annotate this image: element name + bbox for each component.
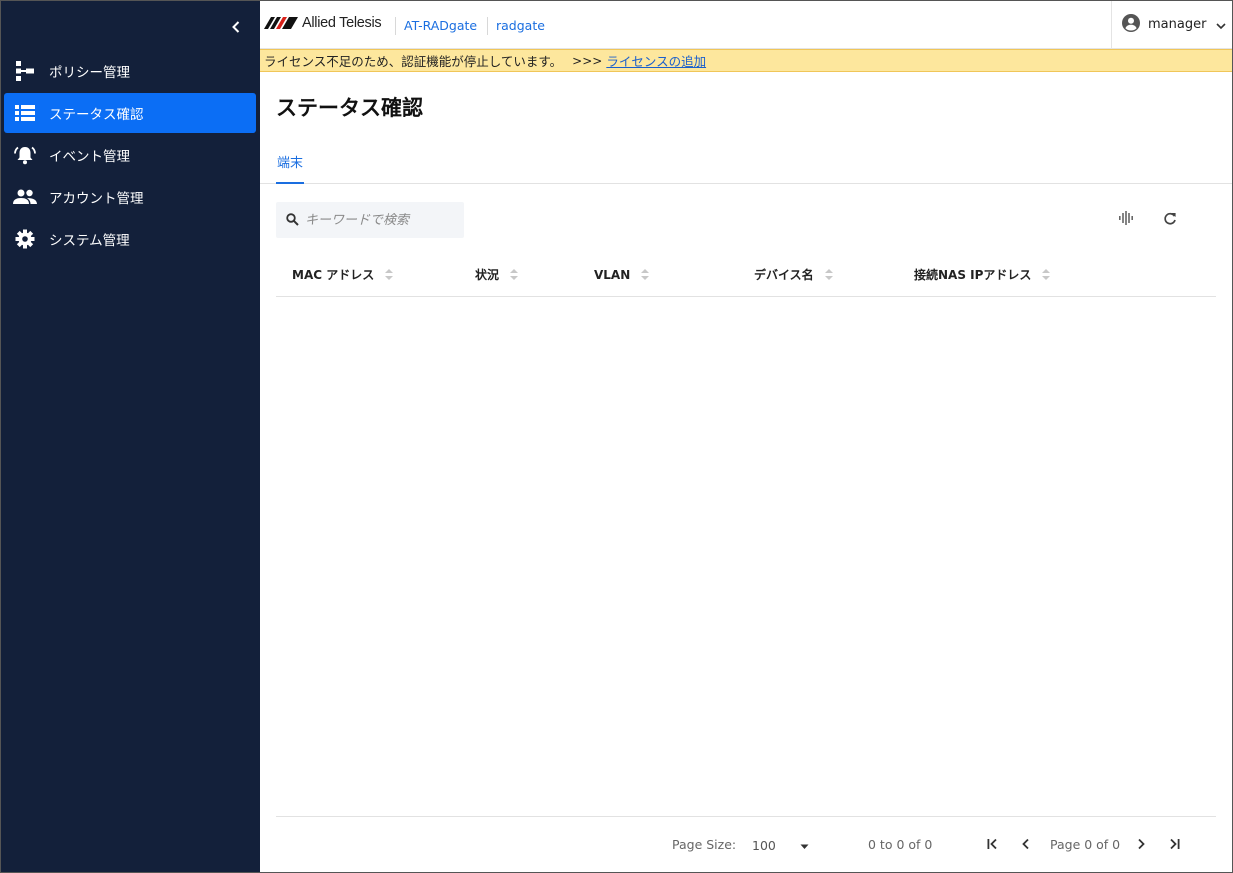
sidebar-item-accounts[interactable]: アカウント管理 xyxy=(4,177,256,217)
search-input[interactable] xyxy=(305,212,455,228)
people-icon xyxy=(13,185,37,209)
top-header: Allied Telesis AT-RADgate radgate manage… xyxy=(260,1,1232,49)
column-header-status[interactable]: 状況 xyxy=(475,252,519,297)
banner-message: ライセンス不足のため、認証機能が停止しています。 xyxy=(264,54,563,69)
host-link[interactable]: radgate xyxy=(496,18,545,33)
last-page-button[interactable] xyxy=(1165,835,1185,855)
sidebar-item-label: ポリシー管理 xyxy=(49,65,130,81)
sort-icon xyxy=(509,268,519,281)
row-range-text: 0 to 0 of 0 xyxy=(868,837,933,852)
header-divider xyxy=(395,17,396,35)
pagination-footer: Page Size: 100 0 to 0 of 0 Page 0 of 0 xyxy=(276,816,1216,872)
product-link[interactable]: AT-RADgate xyxy=(404,18,477,33)
sidebar-nav: ポリシー管理 ステータス確認 イベント管理 アカウント管理 システム管理 xyxy=(4,51,256,261)
user-name: manager xyxy=(1148,17,1207,32)
license-warning-banner: ライセンス不足のため、認証機能が停止しています。 >>> ライセンスの追加 xyxy=(260,49,1232,72)
account-circle-icon xyxy=(1122,13,1140,36)
page-size-select[interactable]: 100 xyxy=(752,835,812,855)
refresh-button[interactable] xyxy=(1158,208,1182,232)
column-label: 接続NAS IPアドレス xyxy=(914,268,1032,282)
gear-icon xyxy=(13,227,37,251)
brand-logo-mark-icon xyxy=(264,17,298,29)
header-divider xyxy=(487,17,488,35)
page-size-label: Page Size: xyxy=(672,837,737,852)
search-icon xyxy=(286,211,299,230)
bell-icon xyxy=(13,143,37,167)
column-settings-button[interactable] xyxy=(1114,208,1138,232)
next-page-button[interactable] xyxy=(1131,835,1151,855)
first-page-icon xyxy=(986,838,998,853)
user-menu[interactable]: manager xyxy=(1111,1,1232,48)
chevron-down-icon xyxy=(1216,15,1227,34)
tab-terminals[interactable]: 端末 xyxy=(276,152,305,184)
main-content: ステータス確認 端末 キーワードで検索 MAC アドレス 状況 VLAN デバイ… xyxy=(260,72,1232,872)
sidebar-item-events[interactable]: イベント管理 xyxy=(4,135,256,175)
equalizer-icon xyxy=(1118,210,1134,230)
page-size-value: 100 xyxy=(752,837,776,853)
list-icon xyxy=(13,101,37,125)
column-label: MAC アドレス xyxy=(292,268,375,282)
sidebar-item-label: ステータス確認 xyxy=(49,107,144,123)
tab-bar: 端末 xyxy=(260,146,1232,184)
last-page-icon xyxy=(1169,838,1181,853)
sidebar-item-system[interactable]: システム管理 xyxy=(4,219,256,259)
column-label: 状況 xyxy=(475,268,500,282)
previous-page-button[interactable] xyxy=(1016,835,1036,855)
banner-arrows: >>> xyxy=(572,53,603,68)
chevron-right-icon xyxy=(1136,838,1146,853)
page-title: ステータス確認 xyxy=(276,96,423,120)
sidebar-item-policy[interactable]: ポリシー管理 xyxy=(4,51,256,91)
first-page-button[interactable] xyxy=(982,835,1002,855)
policy-tree-icon xyxy=(13,59,37,83)
caret-down-icon xyxy=(800,838,809,853)
column-header-nas-ip[interactable]: 接続NAS IPアドレス xyxy=(914,252,1051,297)
sidebar-item-label: イベント管理 xyxy=(49,149,130,165)
brand-name: Allied Telesis xyxy=(302,15,382,31)
chevron-left-icon xyxy=(1021,838,1031,853)
sort-icon xyxy=(824,268,834,281)
chevron-left-icon xyxy=(230,19,242,38)
sort-icon xyxy=(1041,268,1051,281)
refresh-icon xyxy=(1163,211,1177,230)
page-indicator: Page 0 of 0 xyxy=(1050,837,1121,852)
sort-icon xyxy=(384,268,394,281)
column-header-vlan[interactable]: VLAN xyxy=(594,252,650,297)
sidebar-item-status[interactable]: ステータス確認 xyxy=(4,93,256,133)
sidebar-collapse-button[interactable] xyxy=(223,17,249,39)
column-header-mac[interactable]: MAC アドレス xyxy=(292,252,394,297)
sidebar: ポリシー管理 ステータス確認 イベント管理 アカウント管理 システム管理 xyxy=(1,1,260,872)
column-label: VLAN xyxy=(594,267,631,282)
brand-logo: Allied Telesis xyxy=(264,15,382,31)
sort-icon xyxy=(640,268,650,281)
table-header: MAC アドレス 状況 VLAN デバイス名 接続NAS IPアドレス xyxy=(276,252,1216,297)
add-license-link[interactable]: ライセンスの追加 xyxy=(606,51,706,70)
column-header-device-name[interactable]: デバイス名 xyxy=(754,252,834,297)
sidebar-item-label: アカウント管理 xyxy=(49,191,144,207)
search-box xyxy=(276,202,464,238)
column-label: デバイス名 xyxy=(754,268,814,282)
sidebar-item-label: システム管理 xyxy=(49,233,130,249)
